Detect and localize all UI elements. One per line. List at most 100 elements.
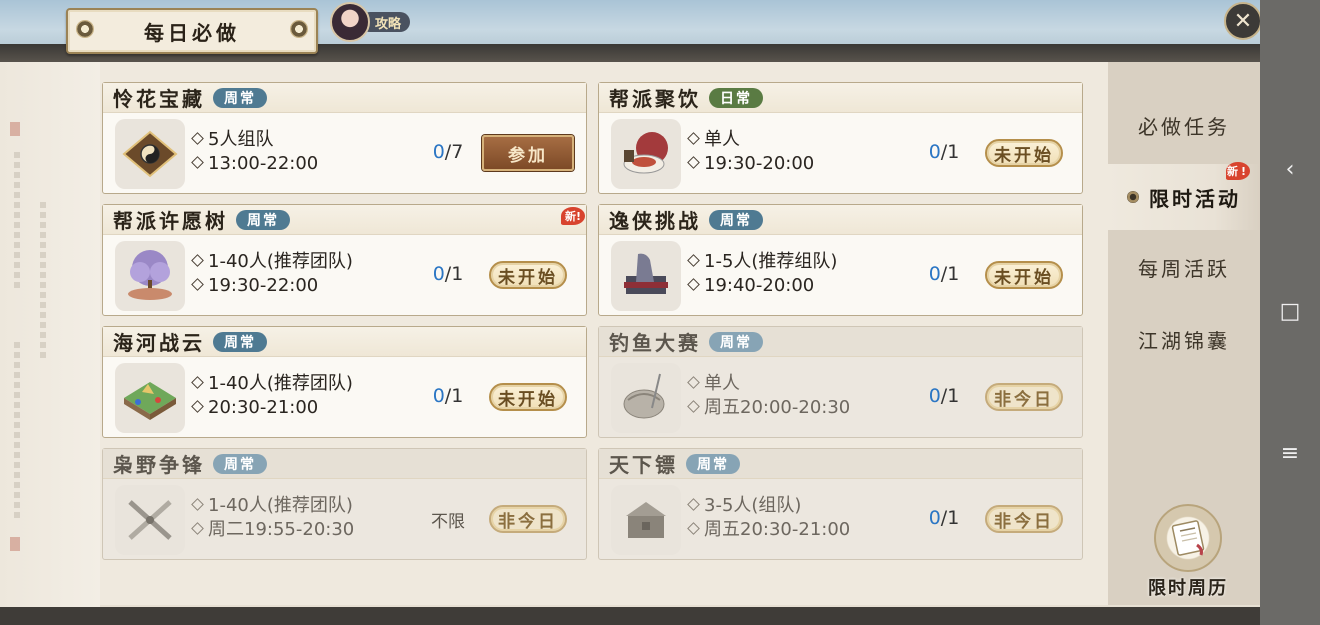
- close-icon[interactable]: ✕: [1224, 2, 1262, 40]
- status-button[interactable]: 非今日: [985, 505, 1063, 533]
- progress-count: 0/1: [919, 507, 969, 529]
- diamond-bullet-icon: [687, 155, 700, 169]
- title-plaque: 每日必做: [66, 8, 318, 54]
- activity-name: 天下镖: [609, 453, 678, 477]
- activity-header: 怜花宝藏 周常: [103, 83, 586, 113]
- diamond-bullet-icon: [191, 497, 204, 511]
- activity-time: 19:30-22:00: [191, 274, 353, 298]
- activity-header: 钓鱼大赛 周常: [599, 327, 1082, 357]
- diamond-bullet-icon: [191, 521, 204, 535]
- progress-count: 0/1: [423, 263, 473, 285]
- new-badge: 新!: [1226, 162, 1250, 180]
- status-button[interactable]: 非今日: [489, 505, 567, 533]
- progress-total: /1: [940, 141, 960, 163]
- activity-card[interactable]: 帮派聚饮 日常 单人 19:30-20:00 0/1 未开始: [598, 82, 1083, 194]
- tab-label: 必做任务: [1138, 114, 1230, 139]
- calligraphy-decoration: [40, 202, 46, 362]
- treasure-board-icon: [115, 119, 185, 189]
- team-size: 1-40人(推荐团队): [191, 494, 354, 518]
- diamond-bullet-icon: [687, 131, 700, 145]
- menu-icon[interactable]: ≡: [1278, 442, 1302, 466]
- activity-header: 海河战云 周常: [103, 327, 586, 357]
- new-badge: 新!: [561, 207, 585, 225]
- frequency-tag: 周常: [213, 87, 267, 108]
- activity-header: 帮派许愿树 周常: [103, 205, 586, 235]
- crossed-swords-icon: [115, 485, 185, 555]
- activity-card[interactable]: 枭野争锋 周常 1-40人(推荐团队) 周二19:55-20:30 不限 非今日: [102, 448, 587, 560]
- progress-count: 0/1: [919, 141, 969, 163]
- progress-count: 0/1: [423, 385, 473, 407]
- progress-done: 0: [928, 385, 941, 407]
- activity-card[interactable]: 怜花宝藏 周常 5人组队 13:00-22:00 0/7 参加: [102, 82, 587, 194]
- status-button[interactable]: 未开始: [489, 261, 567, 289]
- activity-card[interactable]: 帮派许愿树 周常 新! 1-40人(推荐团队) 19:30-22:00 0/1 未开始: [102, 204, 587, 316]
- progress-unlimited: 不限: [431, 512, 465, 532]
- wishing-tree-icon: [115, 241, 185, 311]
- progress-done: 0: [928, 263, 941, 285]
- activity-card[interactable]: 天下镖 周常 3-5人(组队) 周五20:30-21:00 0/1 非今日: [598, 448, 1083, 560]
- activity-time: 13:00-22:00: [191, 152, 318, 176]
- activity-header: 帮派聚饮 日常: [599, 83, 1082, 113]
- activity-time: 19:40-20:00: [687, 274, 837, 298]
- progress-count: 0/7: [423, 141, 473, 163]
- progress-total: /1: [444, 263, 464, 285]
- cargo-chest-icon: [611, 485, 681, 555]
- team-size: 1-40人(推荐团队): [191, 372, 353, 396]
- progress-done: 0: [928, 141, 941, 163]
- hero-challenge-icon: [611, 241, 681, 311]
- tab-must-do[interactable]: 必做任务: [1108, 92, 1260, 158]
- team-size: 单人: [687, 372, 850, 396]
- status-button[interactable]: 未开始: [985, 139, 1063, 167]
- battle-map-icon: [115, 363, 185, 433]
- feast-icon: [611, 119, 681, 189]
- activity-info: 5人组队 13:00-22:00: [191, 128, 318, 176]
- home-icon[interactable]: □: [1278, 300, 1302, 324]
- calendar-scroll-icon: [1154, 504, 1222, 572]
- status-button[interactable]: 未开始: [489, 383, 567, 411]
- activity-name: 枭野争锋: [113, 453, 205, 477]
- progress-total: /1: [940, 385, 960, 407]
- activity-info: 单人 周五20:00-20:30: [687, 372, 850, 420]
- tab-limited-events[interactable]: 限时活动 新!: [1108, 162, 1260, 230]
- diamond-bullet-icon: [687, 497, 700, 511]
- activity-time: 20:30-21:00: [191, 396, 353, 420]
- selected-bullet-icon: [1127, 191, 1139, 203]
- progress-done: 0: [928, 507, 941, 529]
- back-icon[interactable]: ‹: [1278, 158, 1302, 182]
- guide-avatar-icon: [330, 2, 370, 42]
- frequency-tag: 周常: [213, 331, 267, 352]
- activity-card[interactable]: 海河战云 周常 1-40人(推荐团队) 20:30-21:00 0/1 未开始: [102, 326, 587, 438]
- system-nav-bar: ‹ □ ≡: [1260, 0, 1320, 625]
- calligraphy-decoration: [14, 342, 20, 522]
- activity-info: 1-40人(推荐团队) 19:30-22:00: [191, 250, 353, 298]
- seal-decoration: [10, 537, 20, 551]
- tab-weekly-active[interactable]: 每周活跃: [1108, 234, 1260, 300]
- activity-list: 怜花宝藏 周常 5人组队 13:00-22:00 0/7 参加 帮派聚饮 日常 单人 19:30-…: [100, 62, 1108, 605]
- activity-card[interactable]: 逸侠挑战 周常 1-5人(推荐组队) 19:40-20:00 0/1 未开始: [598, 204, 1083, 316]
- diamond-bullet-icon: [191, 155, 204, 169]
- activity-time: 周五20:00-20:30: [687, 396, 850, 420]
- activity-info: 1-40人(推荐团队) 周二19:55-20:30: [191, 494, 354, 542]
- calendar-button[interactable]: 限时周历: [1140, 500, 1236, 600]
- activity-card[interactable]: 钓鱼大赛 周常单人 周五20:00-20:30 0/1 非今日: [598, 326, 1083, 438]
- diamond-bullet-icon: [687, 375, 700, 389]
- team-size: 单人: [687, 128, 814, 152]
- left-decoration-panel: [0, 62, 100, 607]
- tab-jianghu-tips[interactable]: 江湖锦囊: [1108, 306, 1260, 372]
- progress-total: /7: [444, 141, 464, 163]
- bottom-strip: [0, 607, 1260, 625]
- diamond-bullet-icon: [191, 253, 204, 267]
- activity-name: 逸侠挑战: [609, 209, 701, 233]
- page-title: 每日必做: [144, 20, 240, 45]
- diamond-bullet-icon: [191, 399, 204, 413]
- guide-button[interactable]: 攻略: [330, 2, 412, 42]
- activity-name: 怜花宝藏: [113, 87, 205, 111]
- join-button[interactable]: 参加: [482, 135, 574, 171]
- progress-total: /1: [940, 507, 960, 529]
- activity-name: 海河战云: [113, 331, 205, 355]
- status-button[interactable]: 未开始: [985, 261, 1063, 289]
- team-size: 5人组队: [191, 128, 318, 152]
- activity-time: 周五20:30-21:00: [687, 518, 850, 542]
- status-button[interactable]: 非今日: [985, 383, 1063, 411]
- plaque-ornament-right-icon: [290, 20, 308, 38]
